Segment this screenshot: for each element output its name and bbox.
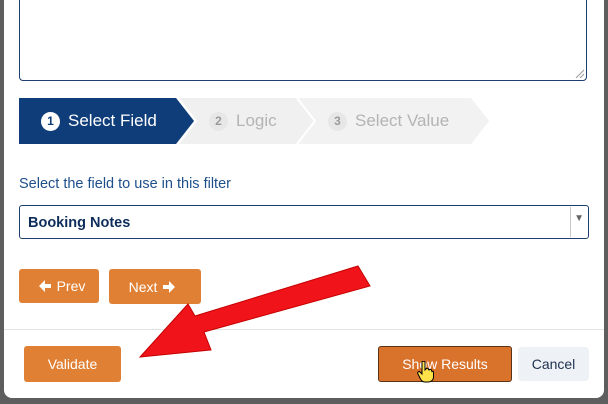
step-label: Logic	[236, 111, 277, 130]
arrow-right-icon	[163, 280, 176, 293]
step-select-field[interactable]: 1 Select Field	[41, 98, 157, 144]
caret-down-icon[interactable]: ▼	[574, 213, 584, 224]
show-results-label: Show Results	[402, 356, 488, 372]
selected-field-value: Booking Notes	[28, 215, 131, 231]
step-number: 3	[328, 111, 347, 131]
step-label: Select Field	[68, 111, 157, 130]
next-label: Next	[128, 278, 158, 295]
resize-handle-icon[interactable]	[575, 69, 584, 78]
next-button[interactable]: Next	[109, 269, 201, 304]
cancel-label: Cancel	[531, 356, 576, 372]
validate-label: Validate	[47, 356, 98, 372]
cancel-button[interactable]: Cancel	[518, 347, 589, 381]
prev-button[interactable]: Prev	[19, 269, 99, 303]
filter-modal: 1 Select Field 2 Logic 3 Select Value Se…	[4, 0, 604, 398]
notes-textarea[interactable]	[19, 0, 587, 81]
hand-pointer-icon	[417, 361, 434, 383]
step-label: Select Value	[355, 111, 450, 130]
field-select-label: Select the field to use in this filter	[19, 176, 231, 192]
field-select[interactable]: Booking Notes ▼	[19, 205, 589, 239]
validate-button[interactable]: Validate	[24, 346, 121, 382]
wizard-steps: 1 Select Field 2 Logic 3 Select Value	[19, 98, 590, 144]
step-select-value[interactable]: 3 Select Value	[328, 98, 449, 144]
step-number: 1	[41, 111, 60, 131]
step-number: 2	[209, 111, 228, 131]
show-results-button[interactable]: Show Results	[378, 346, 512, 382]
arrow-left-icon	[38, 280, 51, 292]
footer-divider	[4, 329, 604, 330]
prev-label: Prev	[56, 278, 86, 294]
step-logic[interactable]: 2 Logic	[209, 98, 277, 144]
select-divider	[570, 207, 571, 237]
